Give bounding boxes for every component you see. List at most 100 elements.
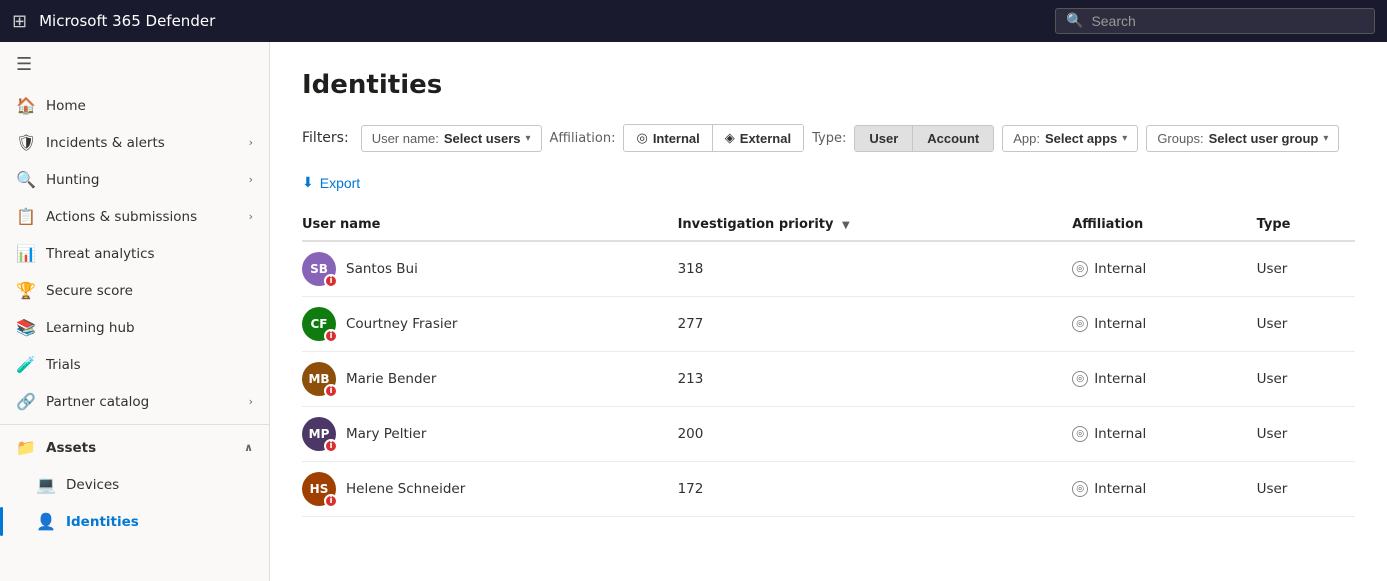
td-type: User xyxy=(1257,241,1355,297)
affil-internal-btn[interactable]: ◎ Internal xyxy=(624,125,712,151)
avatar-alert-icon: i xyxy=(324,494,338,508)
sort-icon: ▼ xyxy=(842,220,850,231)
export-label: Export xyxy=(320,175,360,191)
table-row[interactable]: MB i Marie Bender 213 ◎ Internal User xyxy=(302,352,1355,407)
layout: ☰ 🏠 Home 🛡 Incidents & alerts › 🔍 Huntin… xyxy=(0,42,1387,581)
sidebar-item-hunting[interactable]: 🔍 Hunting › xyxy=(0,161,269,198)
search-icon: 🔍 xyxy=(1066,13,1083,29)
affil-external-label: External xyxy=(740,131,791,146)
trials-icon: 🧪 xyxy=(16,355,36,374)
sidebar-item-actions[interactable]: 📋 Actions & submissions › xyxy=(0,198,269,235)
hunting-icon: 🔍 xyxy=(16,170,36,189)
th-type: Type xyxy=(1257,209,1355,241)
td-affiliation: ◎ Internal xyxy=(1072,297,1256,352)
user-name: Marie Bender xyxy=(346,371,436,387)
chevron-icon: › xyxy=(249,173,253,186)
td-affiliation: ◎ Internal xyxy=(1072,241,1256,297)
page-title: Identities xyxy=(302,70,1355,100)
search-input[interactable] xyxy=(1091,13,1364,29)
username-filter[interactable]: User name: Select users ▾ xyxy=(361,125,542,152)
user-name: Santos Bui xyxy=(346,261,418,277)
affil-external-btn[interactable]: ◈ External xyxy=(713,125,803,151)
affil-internal-label: Internal xyxy=(653,131,700,146)
th-affiliation: Affiliation xyxy=(1072,209,1256,241)
sidebar: ☰ 🏠 Home 🛡 Incidents & alerts › 🔍 Huntin… xyxy=(0,42,270,581)
type-account-btn[interactable]: Account xyxy=(913,126,993,151)
affiliation-label: Internal xyxy=(1094,371,1146,387)
assets-icon: 📁 xyxy=(16,438,36,457)
sidebar-item-secure[interactable]: 🏆 Secure score xyxy=(0,272,269,309)
sidebar-item-incidents[interactable]: 🛡 Incidents & alerts › xyxy=(0,124,269,161)
avatar-wrap: SB i xyxy=(302,252,336,286)
secure-icon: 🏆 xyxy=(16,281,36,300)
threat-icon: 📊 xyxy=(16,244,36,263)
sidebar-item-partner[interactable]: 🔗 Partner catalog › xyxy=(0,383,269,420)
groups-val-label: Select user group xyxy=(1209,131,1319,146)
affiliation-key-label: Affiliation: xyxy=(550,131,616,146)
sidebar-item-threat[interactable]: 📊 Threat analytics xyxy=(0,235,269,272)
groups-filter[interactable]: Groups: Select user group ▾ xyxy=(1146,125,1339,152)
td-affiliation: ◎ Internal xyxy=(1072,462,1256,517)
search-box: 🔍 xyxy=(1055,8,1375,34)
table-row[interactable]: SB i Santos Bui 318 ◎ Internal User xyxy=(302,241,1355,297)
app-filter[interactable]: App: Select apps ▾ xyxy=(1002,125,1138,152)
sidebar-item-identities[interactable]: 👤 Identities xyxy=(0,503,269,540)
home-icon: 🏠 xyxy=(16,96,36,115)
td-type: User xyxy=(1257,352,1355,407)
avatar-wrap: HS i xyxy=(302,472,336,506)
partner-icon: 🔗 xyxy=(16,392,36,411)
type-key-label: Type: xyxy=(812,131,846,146)
td-type: User xyxy=(1257,297,1355,352)
type-filter-group: User Account xyxy=(854,125,994,152)
td-priority: 277 xyxy=(678,297,1073,352)
th-priority[interactable]: Investigation priority ▼ xyxy=(678,209,1073,241)
sidebar-assets-header[interactable]: 📁 Assets ∧ xyxy=(0,429,269,466)
sidebar-divider xyxy=(0,424,269,425)
export-button[interactable]: ⬇ Export xyxy=(302,170,360,195)
identities-icon: 👤 xyxy=(36,512,56,531)
affiliation-icon: ◎ xyxy=(1072,481,1088,497)
sidebar-item-home[interactable]: 🏠 Home xyxy=(0,87,269,124)
avatar-wrap: MB i xyxy=(302,362,336,396)
avatar-wrap: CF i xyxy=(302,307,336,341)
td-type: User xyxy=(1257,462,1355,517)
app-title: Microsoft 365 Defender xyxy=(39,12,1043,30)
filters-label: Filters: xyxy=(302,130,349,146)
table-header-row: User name Investigation priority ▼ Affil… xyxy=(302,209,1355,241)
shield-icon: 🛡 xyxy=(16,133,36,152)
avatar-alert-icon: i xyxy=(324,274,338,288)
td-username: CF i Courtney Frasier xyxy=(302,297,678,352)
table-row[interactable]: HS i Helene Schneider 172 ◎ Internal Use… xyxy=(302,462,1355,517)
learning-icon: 📚 xyxy=(16,318,36,337)
affiliation-icon: ◎ xyxy=(1072,261,1088,277)
affiliation-label: Internal xyxy=(1094,316,1146,332)
sidebar-item-learning[interactable]: 📚 Learning hub xyxy=(0,309,269,346)
table-row[interactable]: CF i Courtney Frasier 277 ◎ Internal Use… xyxy=(302,297,1355,352)
affiliation-icon: ◎ xyxy=(1072,371,1088,387)
sidebar-toggle[interactable]: ☰ xyxy=(0,42,269,87)
chevron-down-icon: ▾ xyxy=(526,133,531,144)
avatar-wrap: MP i xyxy=(302,417,336,451)
affil-external-icon: ◈ xyxy=(725,130,735,146)
td-priority: 172 xyxy=(678,462,1073,517)
grid-icon[interactable]: ⊞ xyxy=(12,11,27,32)
sidebar-item-devices[interactable]: 💻 Devices xyxy=(0,466,269,503)
user-name: Mary Peltier xyxy=(346,426,426,442)
app-val-label: Select apps xyxy=(1045,131,1117,146)
main-content: Identities Filters: User name: Select us… xyxy=(270,42,1387,581)
chevron-icon: › xyxy=(249,210,253,223)
td-type: User xyxy=(1257,407,1355,462)
filters-row: Filters: User name: Select users ▾ Affil… xyxy=(302,124,1355,152)
avatar-alert-icon: i xyxy=(324,329,338,343)
td-username: MP i Mary Peltier xyxy=(302,407,678,462)
sidebar-item-trials[interactable]: 🧪 Trials xyxy=(0,346,269,383)
username-key-label: User name: xyxy=(372,131,439,146)
affiliation-label: Internal xyxy=(1094,481,1146,497)
affiliation-label: Internal xyxy=(1094,261,1146,277)
td-username: MB i Marie Bender xyxy=(302,352,678,407)
table-row[interactable]: MP i Mary Peltier 200 ◎ Internal User xyxy=(302,407,1355,462)
type-user-btn[interactable]: User xyxy=(855,126,913,151)
username-val-label: Select users xyxy=(444,131,521,146)
chevron-down-icon: ▾ xyxy=(1323,133,1328,144)
actions-icon: 📋 xyxy=(16,207,36,226)
